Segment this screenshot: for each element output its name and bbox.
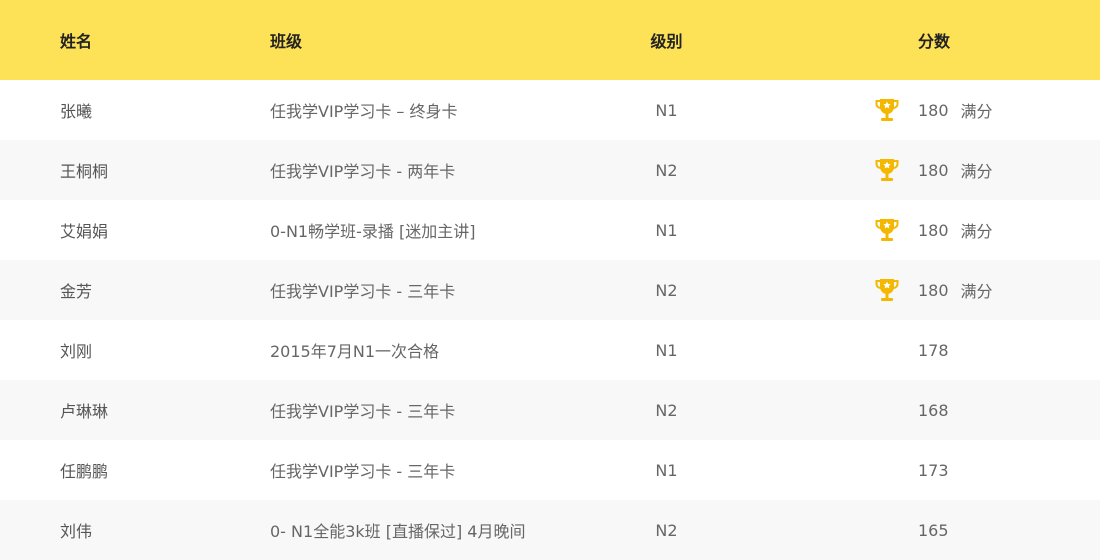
score-cell: 180 满分 [875, 140, 993, 200]
score-value: 180 [918, 160, 949, 180]
score-value: 180 [918, 280, 949, 300]
header-name: 姓名 [60, 32, 93, 51]
full-score-label: 满分 [960, 222, 993, 241]
score-value: 180 [918, 220, 949, 240]
table-row: 刘刚 2015年7月N1一次合格 N1 178 [0, 320, 1100, 380]
trophy-spacer [875, 397, 899, 423]
level-value: N2 [655, 280, 678, 300]
header-level: 级别 [650, 32, 683, 51]
full-score-label: 满分 [960, 282, 993, 301]
class-name: 任我学VIP学习卡 – 终身卡 [270, 102, 458, 121]
student-name: 张曦 [60, 102, 93, 121]
score-cell: 180 满分 [875, 200, 993, 260]
trophy-icon [875, 217, 899, 243]
level-value: N1 [655, 220, 678, 240]
score-cell: 168 [875, 380, 961, 440]
table-row: 艾娟娟 0-N1畅学班-录播 [迷加主讲] N1 180 满分 [0, 200, 1100, 260]
table-row: 刘伟 0- N1全能3k班 [直播保过] 4月晚间 N2 165 [0, 500, 1100, 560]
score-cell: 180 满分 [875, 260, 993, 320]
full-score-label: 满分 [960, 162, 993, 181]
level-value: N2 [655, 400, 678, 420]
table-row: 张曦 任我学VIP学习卡 – 终身卡 N1 180 满分 [0, 80, 1100, 140]
header-class: 班级 [270, 32, 303, 51]
student-name: 刘伟 [60, 522, 93, 541]
trophy-icon [875, 97, 899, 123]
trophy-spacer [875, 517, 899, 543]
level-value: N1 [655, 460, 678, 480]
score-cell: 180 满分 [875, 80, 993, 140]
full-score-label: 满分 [960, 102, 993, 121]
table-row: 任鹏鹏 任我学VIP学习卡 - 三年卡 N1 173 [0, 440, 1100, 500]
student-name: 王桐桐 [60, 162, 109, 181]
trophy-spacer [875, 457, 899, 483]
score-cell: 178 [875, 320, 961, 380]
table-body: 张曦 任我学VIP学习卡 – 终身卡 N1 180 满分 王桐桐 任我学VIP学习卡 - 两… [0, 80, 1100, 560]
table-row: 卢琳琳 任我学VIP学习卡 - 三年卡 N2 168 [0, 380, 1100, 440]
class-name: 0-N1畅学班-录播 [迷加主讲] [270, 222, 476, 241]
student-name: 任鹏鹏 [60, 462, 109, 481]
score-value: 165 [918, 520, 949, 540]
student-name: 卢琳琳 [60, 402, 109, 421]
student-name: 金芳 [60, 282, 93, 301]
score-cell: 165 [875, 500, 961, 560]
header-score: 分数 [918, 32, 951, 51]
level-value: N1 [655, 100, 678, 120]
trophy-spacer [875, 337, 899, 363]
trophy-icon [875, 157, 899, 183]
class-name: 任我学VIP学习卡 - 三年卡 [270, 462, 456, 481]
score-cell: 173 [875, 440, 961, 500]
table-row: 王桐桐 任我学VIP学习卡 - 两年卡 N2 180 满分 [0, 140, 1100, 200]
score-value: 168 [918, 400, 949, 420]
score-value: 178 [918, 340, 949, 360]
student-name: 艾娟娟 [60, 222, 109, 241]
class-name: 任我学VIP学习卡 - 三年卡 [270, 282, 456, 301]
class-name: 2015年7月N1一次合格 [270, 342, 440, 361]
table-header: 姓名 班级 级别 分数 [0, 0, 1100, 80]
class-name: 任我学VIP学习卡 - 两年卡 [270, 162, 456, 181]
student-name: 刘刚 [60, 342, 93, 361]
score-value: 173 [918, 460, 949, 480]
table-row: 金芳 任我学VIP学习卡 - 三年卡 N2 180 满分 [0, 260, 1100, 320]
level-value: N2 [655, 160, 678, 180]
score-value: 180 [918, 100, 949, 120]
class-name: 任我学VIP学习卡 - 三年卡 [270, 402, 456, 421]
level-value: N2 [655, 520, 678, 540]
class-name: 0- N1全能3k班 [直播保过] 4月晚间 [270, 522, 526, 541]
trophy-icon [875, 277, 899, 303]
score-table: 姓名 班级 级别 分数 张曦 任我学VIP学习卡 – 终身卡 N1 180 满分 王桐桐任… [0, 0, 1100, 560]
level-value: N1 [655, 340, 678, 360]
